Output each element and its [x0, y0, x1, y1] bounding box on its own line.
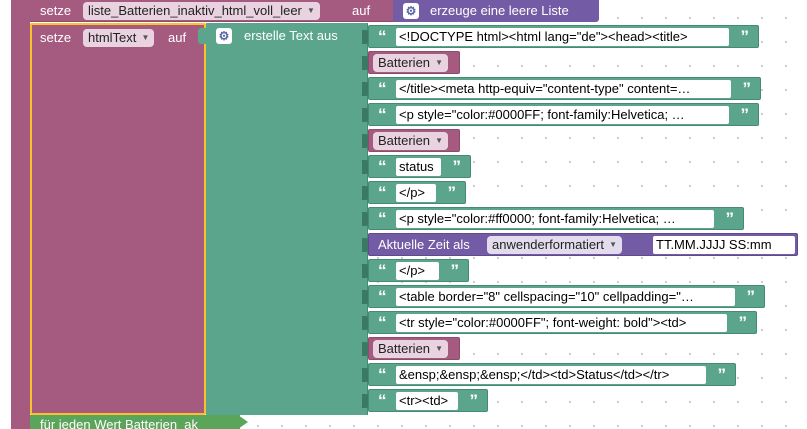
text-string-field[interactable]: &ensp;&ensp;&ensp;</td><td>Status</td></… [396, 366, 706, 384]
close-quote-icon: ” [452, 157, 462, 176]
text-string-block[interactable]: “ <p style="color:#ff0000; font-family:He… [368, 207, 744, 230]
open-quote-icon: “ [378, 365, 387, 384]
open-quote-icon: “ [378, 157, 387, 176]
open-quote-icon: “ [378, 261, 387, 280]
set-keyword: setze [40, 3, 72, 18]
open-quote-icon: “ [378, 313, 387, 332]
variable-dropdown-liste-batterien[interactable]: liste_Batterien_inaktiv_html_voll_leer ▼ [83, 2, 320, 20]
dropdown-arrow-icon: ▼ [435, 344, 444, 353]
text-string-field[interactable]: </title><meta http-equiv="content-type" … [396, 80, 731, 98]
create-empty-list-block[interactable]: ⚙ erzeuge eine leere Liste [393, 0, 599, 22]
close-quote-icon: ” [738, 313, 748, 332]
variable-dropdown-batterien[interactable]: Batterien ▼ [373, 54, 449, 72]
for-each-label: für jeden Wert Batterien_ak [40, 417, 199, 429]
text-string-field[interactable]: <table border="8" cellspacing="10" cellp… [396, 288, 735, 306]
input-socket [362, 264, 368, 278]
input-socket [362, 394, 368, 408]
variable-get-block[interactable]: Batterien ▼ [368, 51, 460, 74]
text-string-field[interactable]: <p style="color:#0000FF; font-family:Hel… [396, 106, 729, 124]
text-string-block[interactable]: “ &ensp;&ensp;&ensp;</td><td>Status</td><… [368, 363, 736, 386]
dropdown-arrow-icon: ▼ [435, 58, 444, 67]
text-string-field[interactable]: </p> [396, 184, 436, 202]
to-keyword: auf [168, 30, 187, 45]
text-string-field[interactable]: <!DOCTYPE html><html lang="de"><head><ti… [396, 28, 729, 46]
text-string-block[interactable]: “ <tr style="color:#0000FF"; font-weight:… [368, 311, 757, 334]
text-string-block[interactable]: “ <!DOCTYPE html><html lang="de"><head><t… [368, 25, 759, 48]
to-keyword: auf [352, 3, 371, 18]
input-socket [362, 108, 368, 122]
gear-icon[interactable]: ⚙ [403, 3, 419, 19]
input-socket [362, 186, 368, 200]
create-text-block[interactable]: ⚙ erstelle Text aus [206, 23, 368, 415]
close-quote-icon: ” [742, 79, 752, 98]
create-empty-list-label: erzeuge eine leere Liste [430, 3, 569, 18]
for-each-loop-block[interactable]: für jeden Wert Batterien_ak [30, 415, 240, 429]
close-quote-icon: ” [746, 287, 756, 306]
text-string-block[interactable]: “ <table border="8" cellspacing="10" cell… [368, 285, 765, 308]
time-format-dropdown[interactable]: anwenderformatiert ▼ [487, 236, 622, 254]
text-string-block[interactable]: “ </p> ” [368, 181, 466, 204]
input-socket [362, 342, 368, 356]
text-string-field[interactable]: <p style="color:#ff0000; font-family:Hel… [396, 210, 714, 228]
variable-dropdown-batterien[interactable]: Batterien ▼ [373, 340, 449, 358]
text-string-field[interactable]: status [396, 158, 441, 176]
text-string-block[interactable]: “ <p style="color:#0000FF; font-family:He… [368, 103, 759, 126]
close-quote-icon: ” [447, 183, 457, 202]
input-socket [362, 30, 368, 44]
open-quote-icon: “ [378, 79, 387, 98]
variable-get-block[interactable]: Batterien ▼ [368, 129, 460, 152]
open-quote-icon: “ [378, 27, 387, 46]
input-socket [362, 134, 368, 148]
input-socket [362, 290, 368, 304]
create-text-label: erstelle Text aus [244, 28, 338, 43]
close-quote-icon: ” [740, 105, 750, 124]
dropdown-arrow-icon: ▼ [435, 136, 444, 145]
open-quote-icon: “ [378, 105, 387, 124]
variable-dropdown-batterien[interactable]: Batterien ▼ [373, 132, 449, 150]
input-socket [362, 316, 368, 330]
current-time-block[interactable]: Aktuelle Zeit als anwenderformatiert ▼ TT.M… [368, 233, 798, 256]
text-string-field[interactable]: </p> [396, 262, 439, 280]
set-list-block[interactable]: setze liste_Batterien_inaktiv_html_voll_… [30, 0, 400, 22]
program-spine [11, 0, 30, 429]
set-htmltext-block[interactable]: setze htmlText ▼ auf [30, 23, 206, 415]
close-quote-icon: ” [725, 209, 735, 228]
text-string-block[interactable]: “ </title><meta http-equiv="content-type"… [368, 77, 761, 100]
input-socket [362, 82, 368, 96]
variable-dropdown-htmltext[interactable]: htmlText ▼ [83, 29, 155, 47]
input-socket [362, 160, 368, 174]
variable-get-block[interactable]: Batterien ▼ [368, 337, 460, 360]
text-string-field[interactable]: <tr><td> [396, 392, 458, 410]
text-string-field[interactable]: <tr style="color:#0000FF"; font-weight: … [396, 314, 727, 332]
dropdown-arrow-icon: ▼ [306, 6, 315, 15]
open-quote-icon: “ [378, 209, 387, 228]
loop-block-tail [238, 415, 248, 429]
open-quote-icon: “ [378, 287, 387, 306]
close-quote-icon: ” [469, 391, 479, 410]
input-socket [362, 368, 368, 382]
close-quote-icon: ” [740, 27, 750, 46]
dropdown-arrow-icon: ▼ [609, 240, 617, 249]
close-quote-icon: ” [450, 261, 460, 280]
input-socket [362, 238, 368, 252]
set-keyword: setze [40, 30, 72, 45]
input-connector [198, 28, 206, 44]
open-quote-icon: “ [378, 183, 387, 202]
input-socket [362, 212, 368, 226]
time-format-input[interactable]: TT.MM.JJJJ SS:mm [653, 236, 795, 254]
input-socket [362, 56, 368, 70]
close-quote-icon: ” [717, 365, 727, 384]
text-string-block[interactable]: “ <tr><td> ” [368, 389, 488, 412]
dropdown-arrow-icon: ▼ [141, 33, 150, 42]
open-quote-icon: “ [378, 391, 387, 410]
gear-icon[interactable]: ⚙ [216, 28, 232, 44]
text-string-block[interactable]: “ status ” [368, 155, 471, 178]
current-time-label: Aktuelle Zeit als [378, 237, 470, 252]
text-string-block[interactable]: “ </p> ” [368, 259, 469, 282]
